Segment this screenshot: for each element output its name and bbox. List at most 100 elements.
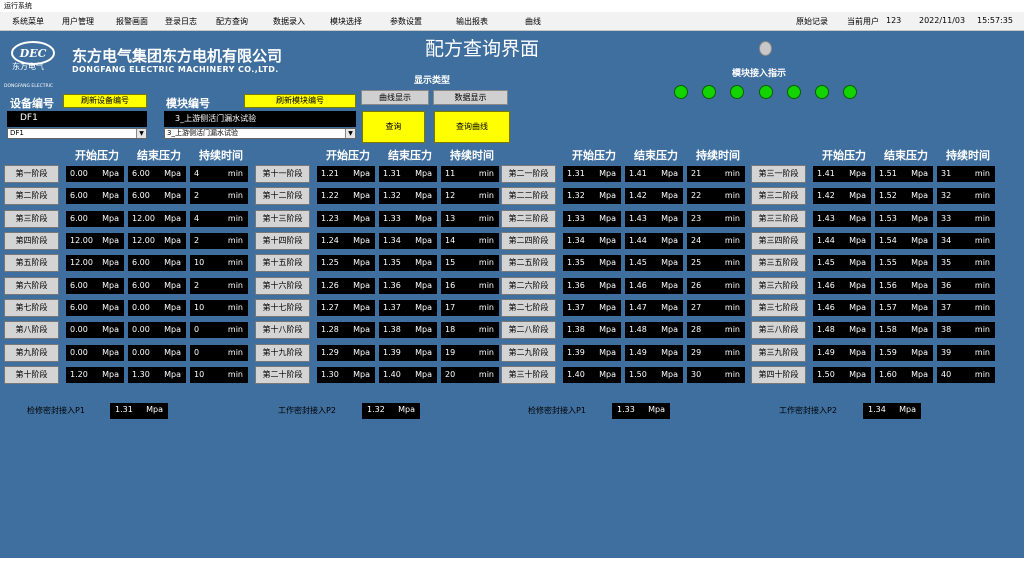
chevron-down-icon[interactable]: ▼ [345, 129, 355, 138]
col-header-duration: 持续时间 [450, 149, 494, 162]
col-header-end: 结束压力 [137, 149, 181, 162]
stage-button[interactable]: 第三十阶段 [501, 366, 556, 384]
end-pressure-value: 0.00 Mpa [128, 300, 186, 316]
value-text: 24 [691, 236, 702, 245]
stage-button[interactable]: 第三五阶段 [751, 254, 806, 272]
value-text: 1.57 [879, 303, 897, 312]
value-text: 0 [194, 325, 200, 334]
stage-button[interactable]: 第四十阶段 [751, 366, 806, 384]
menu-alarm[interactable]: 报警画面 [116, 16, 148, 27]
stage-button[interactable]: 第八阶段 [4, 321, 59, 339]
value-text: 1.24 [321, 236, 339, 245]
stage-button[interactable]: 第三阶段 [4, 210, 59, 228]
stage-button[interactable]: 第三七阶段 [751, 299, 806, 317]
stage-button[interactable]: 第三三阶段 [751, 210, 806, 228]
unit-text: Mpa [415, 258, 432, 267]
stage-button[interactable]: 第三二阶段 [751, 187, 806, 205]
stage-button[interactable]: 第三四阶段 [751, 232, 806, 250]
value-text: 1.33 [567, 214, 585, 223]
stage-button[interactable]: 第二二阶段 [501, 187, 556, 205]
stage-button[interactable]: 第二三阶段 [501, 210, 556, 228]
stage-button[interactable]: 第四阶段 [4, 232, 59, 250]
menu-data-entry[interactable]: 数据录入 [273, 16, 305, 27]
duration-value: 39 min [937, 345, 995, 361]
menu-report[interactable]: 输出报表 [456, 16, 488, 27]
curve-display-button[interactable]: 曲线显示 [361, 90, 429, 105]
unit-text: min [974, 258, 990, 267]
query-curve-button[interactable]: 查询曲线 [434, 111, 510, 143]
stage-button[interactable]: 第二五阶段 [501, 254, 556, 272]
menu-raw-record[interactable]: 原始记录 [796, 16, 828, 27]
stage-button[interactable]: 第九阶段 [4, 344, 59, 362]
stage-button[interactable]: 第十九阶段 [255, 344, 310, 362]
stage-button[interactable]: 第二四阶段 [501, 232, 556, 250]
value-text: 0.00 [70, 348, 88, 357]
value-text: 1.35 [383, 258, 401, 267]
stage-button[interactable]: 第十一阶段 [255, 165, 310, 183]
value-text: 1.43 [629, 214, 647, 223]
unit-text: Mpa [102, 303, 119, 312]
unit-text: Mpa [849, 303, 866, 312]
value-text: 6.00 [70, 191, 88, 200]
unit-text: Mpa [849, 191, 866, 200]
stage-button[interactable]: 第十八阶段 [255, 321, 310, 339]
start-pressure-value: 12.00 Mpa [66, 255, 124, 271]
data-display-button[interactable]: 数据显示 [433, 90, 508, 105]
unit-text: min [724, 370, 740, 379]
stage-button[interactable]: 第三一阶段 [751, 165, 806, 183]
stage-button[interactable]: 第一阶段 [4, 165, 59, 183]
menu-users[interactable]: 用户管理 [62, 16, 94, 27]
duration-value: 36 min [937, 278, 995, 294]
value-text: 38 [941, 325, 952, 334]
stage-button[interactable]: 第二八阶段 [501, 321, 556, 339]
stage-button[interactable]: 第三九阶段 [751, 344, 806, 362]
stage-button[interactable]: 第二十阶段 [255, 366, 310, 384]
start-pressure-value: 1.32 Mpa [563, 188, 621, 204]
stage-button[interactable]: 第五阶段 [4, 254, 59, 272]
unit-text: min [724, 169, 740, 178]
stage-button[interactable]: 第六阶段 [4, 277, 59, 295]
stage-button[interactable]: 第二六阶段 [501, 277, 556, 295]
stage-button[interactable]: 第十三阶段 [255, 210, 310, 228]
duration-value: 37 min [937, 300, 995, 316]
stage-button[interactable]: 第十阶段 [4, 366, 59, 384]
device-select[interactable]: DF1 ▼ [7, 128, 147, 139]
stage-button[interactable]: 第三六阶段 [751, 277, 806, 295]
stage-button[interactable]: 第三八阶段 [751, 321, 806, 339]
stage-button[interactable]: 第十七阶段 [255, 299, 310, 317]
duration-value: 4 min [190, 166, 248, 182]
start-pressure-value: 1.41 Mpa [813, 166, 871, 182]
seal-value: 1.34 Mpa [863, 403, 921, 419]
refresh-device-button[interactable]: 刷新设备编号 [63, 94, 147, 108]
stage-button[interactable]: 第七阶段 [4, 299, 59, 317]
start-pressure-value: 1.43 Mpa [813, 211, 871, 227]
unit-text: Mpa [164, 303, 181, 312]
duration-value: 24 min [687, 233, 745, 249]
menu-curve[interactable]: 曲线 [525, 16, 541, 27]
start-pressure-value: 1.38 Mpa [563, 322, 621, 338]
stage-button[interactable]: 第十六阶段 [255, 277, 310, 295]
stage-button[interactable]: 第十五阶段 [255, 254, 310, 272]
stage-button[interactable]: 第二阶段 [4, 187, 59, 205]
query-button[interactable]: 查询 [362, 111, 425, 143]
start-pressure-value: 1.49 Mpa [813, 345, 871, 361]
menu-params[interactable]: 参数设置 [390, 16, 422, 27]
seal-value: 1.31 Mpa [110, 403, 168, 419]
menu-recipe-query[interactable]: 配方查询 [216, 16, 248, 27]
start-pressure-value: 0.00 Mpa [66, 345, 124, 361]
module-select[interactable]: 3_上游侧活门漏水试验 ▼ [164, 128, 356, 139]
refresh-module-button[interactable]: 刷新模块编号 [244, 94, 356, 108]
date-display: 2022/11/03 [919, 16, 966, 25]
menu-module-select[interactable]: 模块选择 [330, 16, 362, 27]
menu-system[interactable]: 系统菜单 [12, 16, 44, 27]
menu-login-log[interactable]: 登录日志 [165, 16, 197, 27]
stage-button[interactable]: 第二一阶段 [501, 165, 556, 183]
duration-value: 10 min [190, 367, 248, 383]
end-pressure-value: 12.00 Mpa [128, 233, 186, 249]
stage-button[interactable]: 第二九阶段 [501, 344, 556, 362]
chevron-down-icon[interactable]: ▼ [136, 129, 146, 138]
stage-button[interactable]: 第十四阶段 [255, 232, 310, 250]
unit-text: Mpa [599, 348, 616, 357]
stage-button[interactable]: 第二七阶段 [501, 299, 556, 317]
stage-button[interactable]: 第十二阶段 [255, 187, 310, 205]
